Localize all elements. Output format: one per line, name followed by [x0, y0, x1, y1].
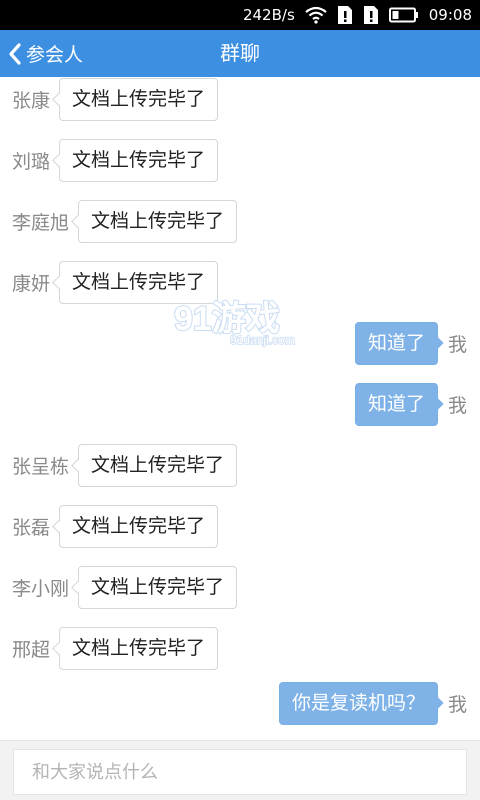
message-input[interactable]: [13, 749, 467, 795]
message-bubble[interactable]: 文档上传完毕了: [59, 260, 219, 304]
message-row: 刘璐 文档上传完毕了: [0, 138, 480, 182]
sender-name: 张磊: [12, 516, 51, 539]
back-label: 参会人: [26, 44, 84, 66]
input-bar: [0, 740, 480, 800]
sim-2-icon: [363, 5, 379, 25]
status-bar: 242B/s 09:08: [0, 0, 480, 30]
message-bubble-self[interactable]: 知道了: [354, 321, 438, 365]
back-button[interactable]: 参会人: [8, 30, 83, 77]
sender-name: 康妍: [12, 272, 51, 295]
message-bubble[interactable]: 文档上传完毕了: [78, 199, 238, 243]
chat-message-list[interactable]: 张康 文档上传完毕了 刘璐 文档上传完毕了 李庭旭 文档上传完毕了 康妍 文档上…: [0, 77, 480, 740]
message-bubble[interactable]: 文档上传完毕了: [78, 443, 238, 487]
sender-name-self: 我: [447, 693, 467, 716]
message-bubble-self[interactable]: 知道了: [354, 382, 438, 426]
battery-icon: [388, 7, 419, 23]
sender-name-self: 我: [447, 394, 467, 417]
message-row-self: 知道了 我: [0, 321, 480, 365]
clock: 09:08: [428, 6, 472, 24]
message-row: 张康 文档上传完毕了: [0, 77, 480, 121]
message-row: 李小刚 文档上传完毕了: [0, 565, 480, 609]
message-bubble[interactable]: 文档上传完毕了: [59, 77, 219, 121]
message-row: 李庭旭 文档上传完毕了: [0, 199, 480, 243]
message-row: 康妍 文档上传完毕了: [0, 260, 480, 304]
wifi-icon: [305, 6, 327, 24]
chevron-left-icon: [9, 42, 21, 65]
network-speed: 242B/s: [242, 6, 295, 24]
sender-name: 刘璐: [12, 150, 51, 173]
sender-name: 邢超: [12, 638, 51, 661]
sender-name: 李小刚: [12, 577, 70, 600]
message-row-self: 你是复读机吗？ 我: [0, 681, 480, 725]
sender-name: 张呈栋: [12, 455, 70, 478]
message-row: 张呈栋 文档上传完毕了: [0, 443, 480, 487]
message-row: 邢超 文档上传完毕了: [0, 626, 480, 670]
message-row-self: 知道了 我: [0, 382, 480, 426]
sender-name: 李庭旭: [12, 211, 70, 234]
message-bubble-self[interactable]: 你是复读机吗？: [278, 681, 438, 725]
sim-1-icon: [337, 5, 353, 25]
message-row: 张磊 文档上传完毕了: [0, 504, 480, 548]
nav-bar: 参会人 群聊: [0, 30, 480, 77]
message-bubble[interactable]: 文档上传完毕了: [59, 138, 219, 182]
sender-name-self: 我: [447, 333, 467, 356]
message-bubble[interactable]: 文档上传完毕了: [59, 626, 219, 670]
message-bubble[interactable]: 文档上传完毕了: [59, 504, 219, 548]
message-bubble[interactable]: 文档上传完毕了: [78, 565, 238, 609]
sender-name: 张康: [12, 89, 51, 112]
